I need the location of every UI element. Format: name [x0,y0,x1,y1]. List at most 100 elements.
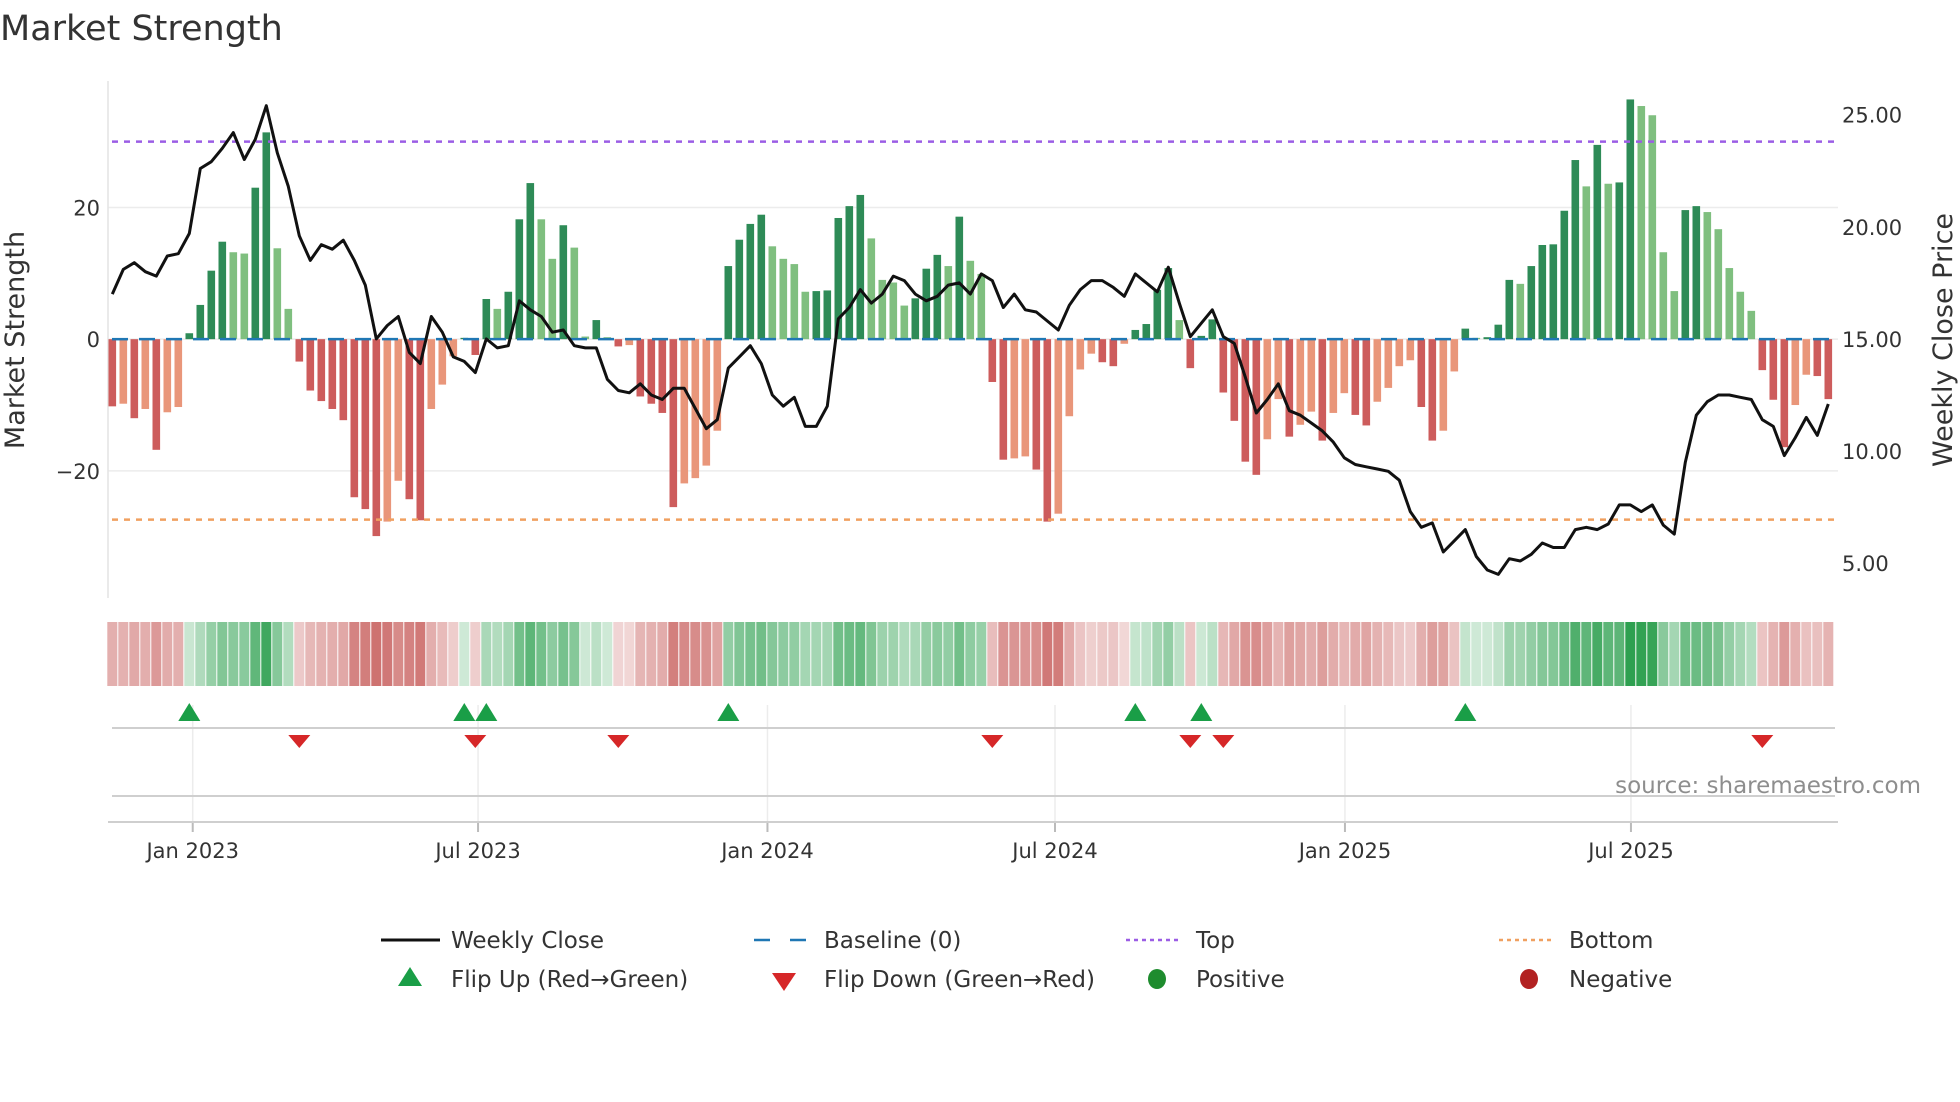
strength-bar [1549,244,1558,340]
heat-cell [613,622,624,686]
heat-cell [1515,622,1526,686]
strength-bar [757,214,766,340]
strength-bar [1824,339,1833,400]
x-tick-label: Jul 2024 [1010,839,1097,863]
heat-cell [1306,622,1317,686]
heat-cell [1284,622,1295,686]
flip-markers [178,703,1774,748]
y-axis-label: Market Strength [0,231,31,449]
flip-up-marker [1454,703,1477,721]
strength-bar [658,339,667,413]
strength-bar [1538,244,1547,340]
y2-tick-label: 5.00 [1842,552,1889,576]
heat-cell [1350,622,1361,686]
heat-cell [1141,622,1152,686]
heat-cell [1625,622,1636,686]
strength-bar [218,241,227,340]
strength-bar [1076,339,1085,370]
legend-label: Top [1195,928,1235,954]
strength-bar [1131,329,1140,340]
heat-cell [1636,622,1647,686]
heat-cell [888,622,899,686]
heat-cell [1185,622,1196,686]
flip-down-marker [288,735,311,748]
strength-bar [1516,283,1525,340]
strength-bar [1395,339,1404,367]
strength-bar [1329,339,1338,413]
strength-bar [614,339,623,347]
y2-tick-label: 25.00 [1842,104,1902,128]
strength-bar [1450,339,1459,372]
heat-cell [679,622,690,686]
strength-bar [339,339,348,421]
heat-cell [250,622,261,686]
heat-cell [591,622,602,686]
strength-bar [1648,115,1657,340]
circle-red-icon [1520,969,1538,989]
heat-cell [107,622,118,686]
heat-cell [1735,622,1746,686]
strength-bar [1571,160,1580,340]
strength-bar [438,339,447,385]
heat-cell [1493,622,1504,686]
market-strength-chart: Market Strength 20 0 −20 25.00 20.00 15.… [0,9,1959,993]
strength-bar [1560,210,1569,340]
heat-cell [855,622,866,686]
legend-item-bottom: Bottom [1499,928,1653,954]
x-tick-label: Jan 2023 [144,839,239,863]
strength-bar [856,194,865,340]
heat-cell [129,622,140,686]
strength-bar [196,304,205,340]
strength-bar [702,339,711,466]
heat-cell [1592,622,1603,686]
heat-cell [294,622,305,686]
strength-bar [922,268,931,340]
heat-cell [1064,622,1075,686]
heat-cell [1548,622,1559,686]
heat-cell [1273,622,1284,686]
strength-bar [1307,339,1316,412]
flip-up-marker [717,703,740,721]
flip-down-marker [1212,735,1235,748]
strength-bar [152,339,161,450]
strength-bar [823,290,832,340]
heat-cell [866,622,877,686]
heat-cell [1746,622,1757,686]
heat-cell [1339,622,1350,686]
heat-cell [1614,622,1625,686]
strength-bar [911,298,920,340]
strength-bar [1714,229,1723,340]
strength-bar [889,282,898,340]
heat-cell [1053,622,1064,686]
heat-cell [393,622,404,686]
heat-cell [734,622,745,686]
heat-cell [1416,622,1427,686]
legend-label: Negative [1569,967,1672,993]
heat-cell [1790,622,1801,686]
strength-bar [1296,339,1305,425]
strength-bar [1527,266,1536,340]
heat-cell [1779,622,1790,686]
strength-bar [559,225,568,340]
strength-bar [1175,320,1184,340]
heat-cell [162,622,173,686]
heat-cell [1801,622,1812,686]
flip-up-marker [1124,703,1147,721]
legend-item-flip-up: Flip Up (Red→Green) [398,967,688,993]
strength-bar [229,252,238,340]
strength-bar [1219,339,1228,393]
heat-cell [195,622,206,686]
heat-cell [1669,622,1680,686]
heat-cell [1471,622,1482,686]
right-axis-ticks: 25.00 20.00 15.00 10.00 5.00 [1842,104,1902,577]
heat-cell [800,622,811,686]
heat-cell [140,622,151,686]
heat-cell [932,622,943,686]
strength-bar [1659,252,1668,340]
strength-bar [1494,324,1503,340]
strength-bar [1142,324,1151,340]
heat-cell [602,622,613,686]
heat-cell [173,622,184,686]
heat-cell [360,622,371,686]
flip-panel-gridlines [191,705,1632,832]
